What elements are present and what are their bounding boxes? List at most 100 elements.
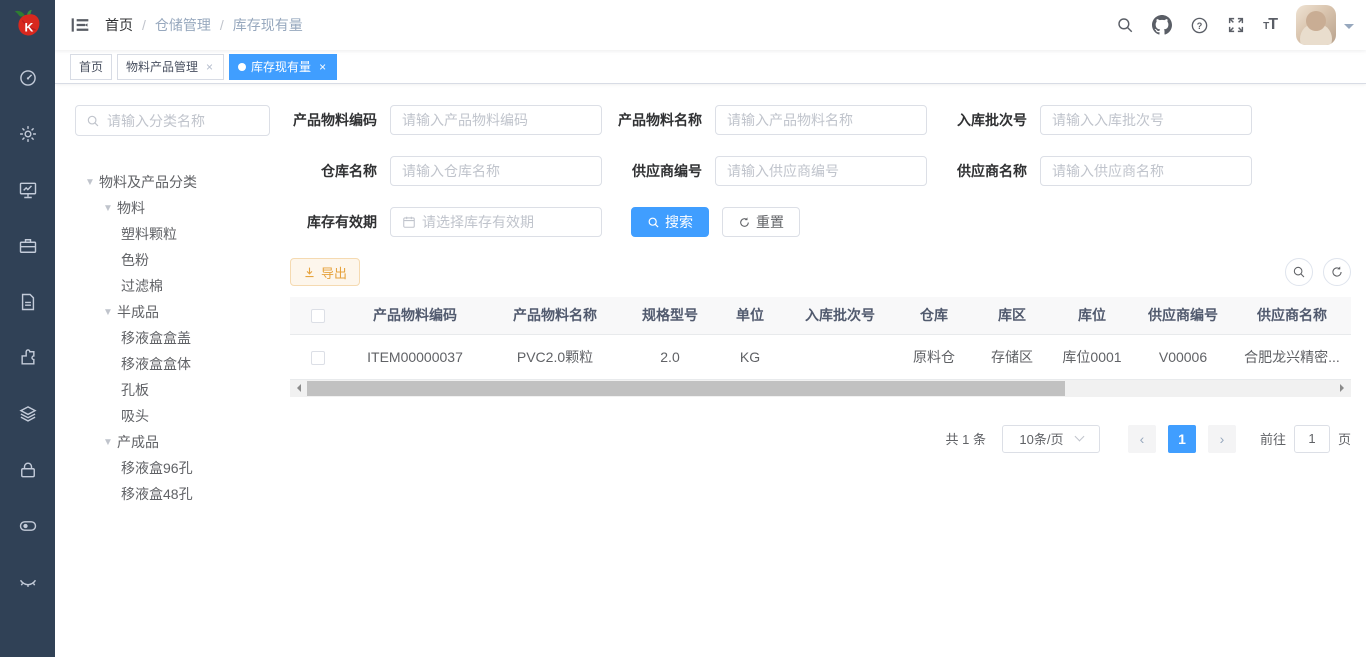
- breadcrumb-item[interactable]: 首页: [105, 15, 133, 35]
- row-checkbox[interactable]: [311, 351, 325, 365]
- tree-node[interactable]: 移液盒48孔: [75, 481, 280, 507]
- text-input[interactable]: [715, 156, 927, 186]
- tree-node[interactable]: 移液盒盒盖: [75, 325, 280, 351]
- fullscreen-icon[interactable]: [1218, 0, 1254, 50]
- tree-expand-icon[interactable]: ▼: [85, 177, 99, 188]
- tree-node-label: 产成品: [117, 432, 159, 452]
- tree-node[interactable]: 过滤棉: [75, 273, 280, 299]
- sidebar-item-document-icon[interactable]: [0, 274, 55, 330]
- input-field[interactable]: [402, 112, 590, 128]
- goto-unit: 页: [1338, 429, 1351, 448]
- goto-page-input[interactable]: [1294, 425, 1330, 453]
- tree-expand-icon[interactable]: ▼: [103, 307, 117, 318]
- sidebar-item-lock-icon[interactable]: [0, 442, 55, 498]
- input-field[interactable]: [402, 163, 590, 179]
- text-input[interactable]: [715, 105, 927, 135]
- tab-1[interactable]: 首页: [70, 54, 112, 80]
- tree-node-label: 物料及产品分类: [99, 172, 197, 192]
- select-all-header: [290, 297, 345, 334]
- tree-node-label: 半成品: [117, 302, 159, 322]
- tab-label: 物料产品管理: [126, 58, 198, 75]
- tree-node[interactable]: 色粉: [75, 247, 280, 273]
- date-picker-input[interactable]: [390, 207, 602, 237]
- table-cell: 2.0: [625, 334, 715, 379]
- form-label: 产品物料编码: [290, 110, 390, 130]
- prev-page-button[interactable]: ‹: [1128, 425, 1156, 453]
- breadcrumb-separator: /: [220, 17, 224, 33]
- text-input[interactable]: [1040, 156, 1252, 186]
- category-search-field[interactable]: [107, 113, 247, 129]
- column-header: 规格型号: [625, 297, 715, 334]
- tree-node[interactable]: 孔板: [75, 377, 280, 403]
- tree-node[interactable]: 吸头: [75, 403, 280, 429]
- input-field[interactable]: [1052, 112, 1240, 128]
- tree-expand-icon[interactable]: ▼: [103, 437, 117, 448]
- horizontal-scrollbar[interactable]: [290, 380, 1351, 397]
- select-all-checkbox[interactable]: [311, 309, 325, 323]
- search-button[interactable]: 搜索: [631, 207, 709, 237]
- tree-node[interactable]: ▼半成品: [75, 299, 280, 325]
- tree-node[interactable]: 移液盒96孔: [75, 455, 280, 481]
- inventory-table: 产品物料编码产品物料名称规格型号单位入库批次号仓库库区库位供应商编号供应商名称 …: [290, 297, 1351, 380]
- input-field[interactable]: [727, 163, 915, 179]
- form-item: 仓库名称: [290, 156, 615, 186]
- download-icon: [303, 266, 316, 279]
- input-field[interactable]: [1052, 163, 1240, 179]
- sidebar-item-dashboard-icon[interactable]: [0, 50, 55, 106]
- table-refresh-button[interactable]: [1323, 258, 1351, 286]
- tab-2[interactable]: 物料产品管理 ×: [117, 54, 224, 80]
- reset-button[interactable]: 重置: [722, 207, 800, 237]
- horizontal-scrollbar-thumb[interactable]: [307, 381, 1065, 396]
- refresh-icon: [738, 216, 751, 229]
- sidebar-item-monitor-chart-icon[interactable]: [0, 162, 55, 218]
- sidebar-item-toggle-icon[interactable]: [0, 498, 55, 554]
- category-search-input[interactable]: [75, 105, 270, 136]
- tree-node[interactable]: 塑料颗粒: [75, 221, 280, 247]
- table-search-toggle-button[interactable]: [1285, 258, 1313, 286]
- breadcrumb-separator: /: [142, 17, 146, 33]
- page-number-button[interactable]: 1: [1168, 425, 1196, 453]
- search-icon: [647, 216, 660, 229]
- next-page-button[interactable]: ›: [1208, 425, 1236, 453]
- page-size-select[interactable]: 10条/页: [1002, 425, 1100, 453]
- table-row[interactable]: ITEM00000037PVC2.0颗粒2.0KG原料仓存储区库位0001V00…: [290, 334, 1351, 379]
- tree-node[interactable]: ▼产成品: [75, 429, 280, 455]
- tree-node[interactable]: ▼物料: [75, 195, 280, 221]
- sidebar-item-briefcase-icon[interactable]: [0, 218, 55, 274]
- export-button[interactable]: 导出: [290, 258, 360, 286]
- tags-view: 首页物料产品管理×库存现有量×: [55, 50, 1366, 84]
- table-cell: V00006: [1133, 334, 1233, 379]
- help-icon[interactable]: ?: [1181, 0, 1218, 50]
- hamburger-icon[interactable]: [55, 15, 105, 35]
- tree-expand-icon[interactable]: ▼: [103, 203, 117, 214]
- user-avatar[interactable]: [1296, 5, 1336, 45]
- tree-node[interactable]: ▼物料及产品分类: [75, 169, 280, 195]
- form-item: 产品物料编码: [290, 105, 615, 135]
- close-icon[interactable]: ×: [204, 60, 215, 74]
- caret-down-icon[interactable]: [1344, 24, 1354, 34]
- input-field[interactable]: [727, 112, 915, 128]
- sidebar-item-puzzle-icon[interactable]: [0, 330, 55, 386]
- refresh-icon: [1330, 265, 1344, 279]
- table-cell: KG: [715, 334, 785, 379]
- table-cell: 存储区: [973, 334, 1051, 379]
- tree-node[interactable]: 移液盒盒体: [75, 351, 280, 377]
- tree-node-label: 物料: [117, 198, 145, 218]
- sidebar-item-settings-icon[interactable]: [0, 106, 55, 162]
- search-icon[interactable]: [1107, 0, 1143, 50]
- text-input[interactable]: [390, 156, 602, 186]
- scroll-left-arrow[interactable]: [290, 380, 307, 397]
- input-field[interactable]: [422, 214, 590, 230]
- sidebar-item-eye-closed-icon[interactable]: [0, 554, 55, 610]
- close-icon[interactable]: ×: [317, 60, 328, 74]
- column-header: 供应商编号: [1133, 297, 1233, 334]
- text-input[interactable]: [390, 105, 602, 135]
- table-cell: ITEM00000037: [345, 334, 485, 379]
- font-size-icon[interactable]: TT: [1254, 0, 1286, 50]
- scroll-right-arrow[interactable]: [1334, 380, 1351, 397]
- tab-3[interactable]: 库存现有量×: [229, 54, 337, 80]
- text-input[interactable]: [1040, 105, 1252, 135]
- sidebar-item-layers-icon[interactable]: [0, 386, 55, 442]
- table-cell: [785, 334, 895, 379]
- github-icon[interactable]: [1143, 0, 1181, 50]
